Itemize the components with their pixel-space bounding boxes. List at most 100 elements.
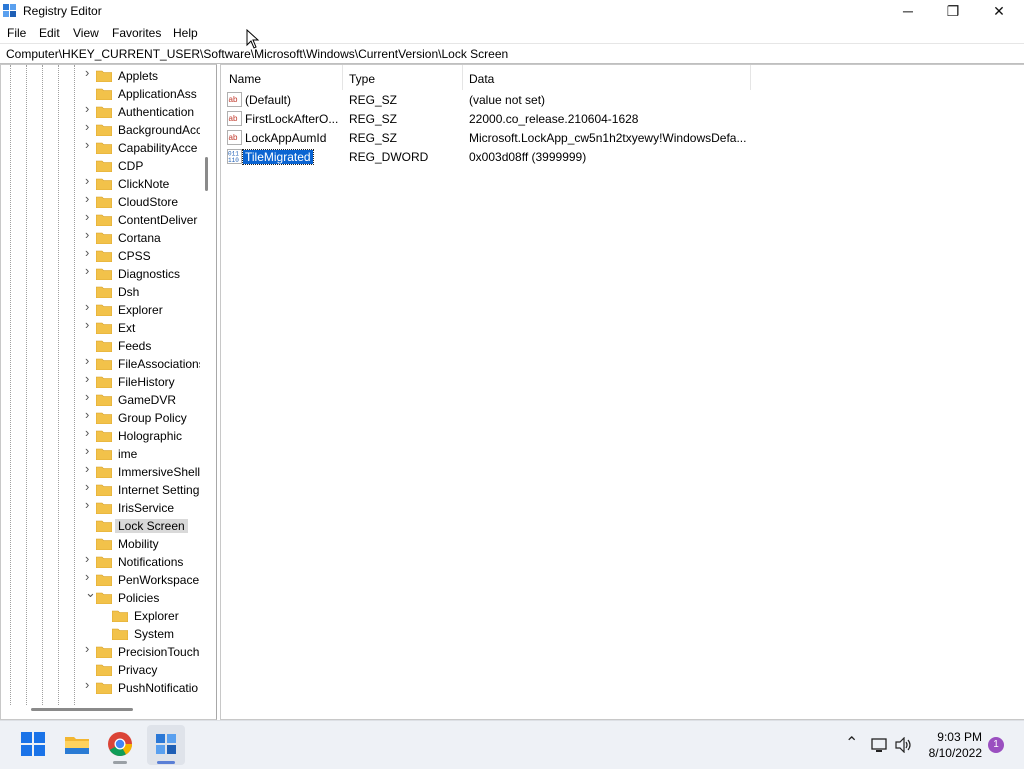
expand-chevron-icon[interactable]: › bbox=[85, 102, 93, 115]
tree-item[interactable]: › Cortana bbox=[1, 228, 199, 247]
expand-chevron-icon[interactable]: › bbox=[85, 498, 93, 511]
tree-item[interactable]: › Explorer bbox=[1, 300, 199, 319]
string-value-icon: ab bbox=[227, 92, 242, 107]
tree-item[interactable]: › Notifications bbox=[1, 552, 199, 571]
column-divider[interactable] bbox=[750, 65, 751, 90]
expand-chevron-icon[interactable]: › bbox=[85, 210, 93, 223]
tree-item[interactable]: › FileHistory bbox=[1, 372, 199, 391]
expand-chevron-icon[interactable]: › bbox=[85, 354, 93, 367]
tree-item[interactable]: › IrisService bbox=[1, 498, 199, 517]
close-button[interactable]: ✕ bbox=[976, 0, 1022, 22]
registry-value-row[interactable]: ab (Default) REG_SZ (value not set) bbox=[221, 90, 1021, 109]
expand-chevron-icon[interactable]: › bbox=[85, 174, 93, 187]
expand-chevron-icon[interactable]: › bbox=[85, 570, 93, 583]
tree-item[interactable]: Privacy bbox=[1, 661, 199, 679]
address-bar[interactable]: Computer\HKEY_CURRENT_USER\Software\Micr… bbox=[0, 43, 1024, 64]
tree-item[interactable]: › Applets bbox=[1, 66, 199, 85]
expand-chevron-icon[interactable]: › bbox=[85, 228, 93, 241]
tree-item-label: ImmersiveShell bbox=[118, 465, 201, 479]
tree-item[interactable]: Lock Screen bbox=[1, 517, 199, 535]
notification-badge[interactable]: 1 bbox=[988, 737, 1004, 753]
tree-item[interactable]: CDP bbox=[1, 157, 199, 175]
tree-item[interactable]: › Holographic bbox=[1, 426, 199, 445]
tree-item[interactable]: › CapabilityAcce bbox=[1, 138, 199, 157]
tree-item[interactable]: › Ext bbox=[1, 318, 199, 337]
menu-file[interactable]: File bbox=[7, 26, 26, 40]
registry-value-row[interactable]: 011 110 TileMigrated REG_DWORD 0x003d08ff (3… bbox=[221, 147, 1021, 166]
tree-item[interactable]: › CPSS bbox=[1, 246, 199, 265]
tree-item-label: BackgroundAcc bbox=[118, 123, 203, 137]
expand-chevron-icon[interactable]: › bbox=[85, 246, 93, 259]
expand-chevron-icon[interactable]: › bbox=[85, 552, 93, 565]
tree-item-label: CPSS bbox=[118, 249, 151, 263]
tree-item[interactable]: Feeds bbox=[1, 337, 199, 355]
expand-chevron-icon[interactable]: › bbox=[85, 138, 93, 151]
expand-chevron-icon[interactable]: › bbox=[85, 300, 93, 313]
expand-chevron-icon[interactable]: › bbox=[85, 66, 93, 79]
expand-chevron-icon[interactable]: › bbox=[85, 390, 93, 403]
tree-item[interactable]: › Group Policy bbox=[1, 408, 199, 427]
tree-item[interactable]: Mobility bbox=[1, 535, 199, 553]
tree-item[interactable]: › CloudStore bbox=[1, 192, 199, 211]
registry-value-row[interactable]: ab FirstLockAfterO... REG_SZ 22000.co_relea… bbox=[221, 109, 1021, 128]
tree-item[interactable]: › ContentDeliver bbox=[1, 210, 199, 229]
value-type: REG_SZ bbox=[349, 112, 398, 126]
tree-item[interactable]: Explorer bbox=[1, 607, 199, 625]
expand-chevron-icon[interactable]: › bbox=[85, 426, 93, 439]
tree-item[interactable]: ⌄ Policies bbox=[1, 586, 199, 607]
expand-chevron-icon[interactable]: › bbox=[85, 678, 93, 691]
tree-item[interactable]: › BackgroundAcc bbox=[1, 120, 203, 139]
expand-chevron-icon[interactable]: › bbox=[85, 642, 93, 655]
expand-chevron-icon[interactable]: › bbox=[85, 462, 93, 475]
show-hidden-icons-chevron-icon[interactable]: ⌃ bbox=[845, 733, 858, 753]
expand-chevron-icon[interactable]: › bbox=[85, 318, 93, 331]
expand-chevron-icon[interactable]: › bbox=[85, 408, 93, 421]
expand-chevron-icon[interactable]: › bbox=[85, 480, 93, 493]
tree-item[interactable]: › PrecisionTouch bbox=[1, 642, 199, 661]
column-header-type[interactable]: Type bbox=[341, 65, 461, 90]
tree-item[interactable]: Dsh bbox=[1, 283, 199, 301]
tree-item[interactable]: › PenWorkspace bbox=[1, 570, 199, 589]
key-tree-pane[interactable]: › Applets ApplicationAss › Authentication › Ba… bbox=[0, 64, 217, 720]
values-list-pane[interactable]: Name Type Data ab (Default) REG_SZ (value n… bbox=[220, 64, 1024, 720]
menu-view[interactable]: View bbox=[73, 26, 99, 40]
tree-item[interactable]: › Authentication bbox=[1, 102, 199, 121]
column-header-name[interactable]: Name bbox=[221, 65, 342, 90]
address-path[interactable]: Computer\HKEY_CURRENT_USER\Software\Micr… bbox=[6, 47, 508, 61]
tree-item[interactable]: ApplicationAss bbox=[1, 85, 199, 103]
volume-icon[interactable] bbox=[895, 737, 913, 753]
tree-item[interactable]: › ImmersiveShell bbox=[1, 462, 201, 481]
maximize-button[interactable]: ❐ bbox=[930, 0, 976, 22]
menu-favorites[interactable]: Favorites bbox=[112, 26, 161, 40]
tree-scroll-thumb[interactable] bbox=[205, 157, 208, 191]
minimize-button[interactable]: ─ bbox=[885, 0, 931, 22]
expand-chevron-icon[interactable]: › bbox=[85, 192, 93, 205]
menu-help[interactable]: Help bbox=[173, 26, 198, 40]
tree-item[interactable]: › Diagnostics bbox=[1, 264, 199, 283]
tree-item[interactable]: › Internet Setting bbox=[1, 480, 199, 499]
tree-vertical-scrollbar[interactable] bbox=[200, 65, 215, 703]
tree-item-label: ime bbox=[118, 447, 138, 461]
tree-item[interactable]: › ClickNote bbox=[1, 174, 199, 193]
chrome-icon[interactable] bbox=[107, 731, 133, 757]
menu-edit[interactable]: Edit bbox=[39, 26, 60, 40]
tree-item[interactable]: › PushNotificatio bbox=[1, 678, 199, 697]
expand-chevron-icon[interactable]: › bbox=[85, 372, 93, 385]
tree-item[interactable]: System bbox=[1, 625, 199, 643]
tree-horizontal-scroll-thumb[interactable] bbox=[31, 708, 133, 711]
tree-item[interactable]: › GameDVR bbox=[1, 390, 199, 409]
registry-value-row[interactable]: ab LockAppAumId REG_SZ Microsoft.LockApp_cw… bbox=[221, 128, 1021, 147]
collapse-chevron-icon[interactable]: ⌄ bbox=[85, 586, 96, 599]
expand-chevron-icon[interactable]: › bbox=[85, 264, 93, 277]
tree-item[interactable]: › ime bbox=[1, 444, 199, 463]
registry-editor-icon[interactable] bbox=[153, 731, 179, 757]
expand-chevron-icon[interactable]: › bbox=[85, 120, 93, 133]
file-explorer-icon[interactable] bbox=[64, 731, 90, 757]
network-icon[interactable] bbox=[871, 737, 889, 753]
expand-chevron-icon[interactable]: › bbox=[85, 444, 93, 457]
folder-icon bbox=[96, 682, 112, 694]
tree-item[interactable]: › FileAssociations bbox=[1, 354, 205, 373]
system-clock[interactable]: 9:03 PM 8/10/2022 bbox=[918, 729, 982, 761]
column-header-data[interactable]: Data bbox=[461, 65, 749, 90]
windows-start-icon[interactable] bbox=[20, 731, 46, 757]
